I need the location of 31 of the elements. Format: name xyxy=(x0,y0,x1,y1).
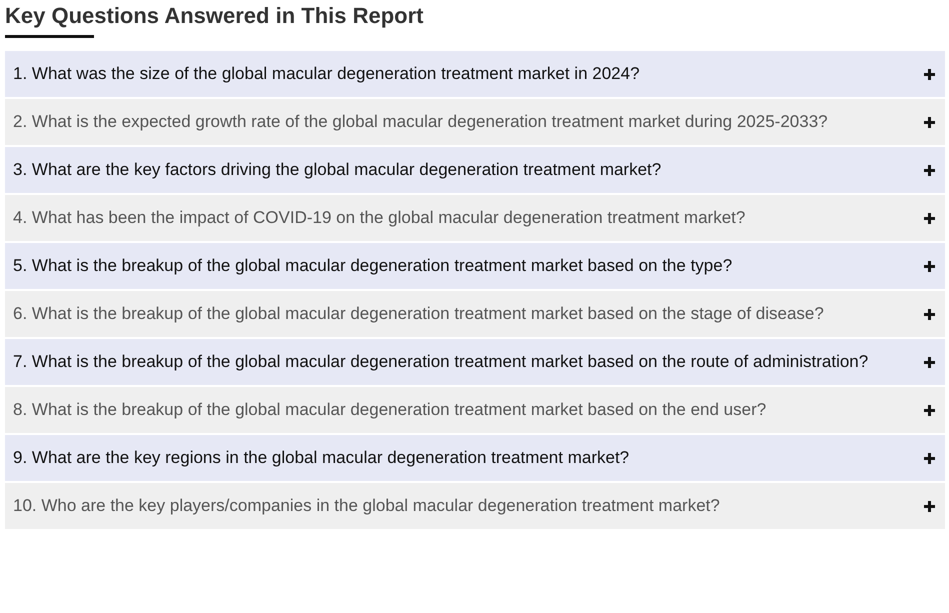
plus-icon xyxy=(924,69,935,80)
plus-icon xyxy=(924,117,935,128)
faq-item[interactable]: 3. What are the key factors driving the global macular degeneration treatment market? xyxy=(5,147,945,193)
faq-item[interactable]: 1. What was the size of the global macular degeneration treatment market in 2024? xyxy=(5,51,945,97)
faq-item[interactable]: 7. What is the breakup of the global macular degeneration treatment market based on the route of administration? xyxy=(5,339,945,385)
question-text: 8. What is the breakup of the global macular degeneration treatment market based on the end user? xyxy=(13,399,766,421)
faq-item[interactable]: 2. What is the expected growth rate of the global macular degeneration treatment market during 2025-2033? xyxy=(5,99,945,145)
plus-icon xyxy=(924,453,935,464)
faq-item[interactable]: 9. What are the key regions in the global macular degeneration treatment market? xyxy=(5,435,945,481)
plus-icon xyxy=(924,405,935,416)
question-text: 4. What has been the impact of COVID-19 on the global macular degeneration treatment market? xyxy=(13,207,746,229)
faq-item[interactable]: 6. What is the breakup of the global macular degeneration treatment market based on the stage of disease? xyxy=(5,291,945,337)
question-text: 9. What are the key regions in the global macular degeneration treatment market? xyxy=(13,447,630,469)
plus-icon xyxy=(924,309,935,320)
question-text: 10. Who are the key players/companies in the global macular degeneration treatment market? xyxy=(13,495,720,517)
faq-item[interactable]: 5. What is the breakup of the global macular degeneration treatment market based on the type? xyxy=(5,243,945,289)
faq-item[interactable]: 4. What has been the impact of COVID-19 on the global macular degeneration treatment market? xyxy=(5,195,945,241)
plus-icon xyxy=(924,165,935,176)
question-text: 6. What is the breakup of the global macular degeneration treatment market based on the stage of disease? xyxy=(13,303,824,325)
plus-icon xyxy=(924,261,935,272)
question-text: 7. What is the breakup of the global macular degeneration treatment market based on the route of administration? xyxy=(13,351,868,373)
question-text: 3. What are the key factors driving the global macular degeneration treatment market? xyxy=(13,159,662,181)
faq-item[interactable]: 8. What is the breakup of the global macular degeneration treatment market based on the end user? xyxy=(5,387,945,433)
plus-icon xyxy=(924,501,935,512)
question-text: 1. What was the size of the global macular degeneration treatment market in 2024? xyxy=(13,63,640,85)
plus-icon xyxy=(924,213,935,224)
plus-icon xyxy=(924,357,935,368)
section-heading: Key Questions Answered in This Report xyxy=(5,2,424,30)
question-text: 5. What is the breakup of the global macular degeneration treatment market based on the type? xyxy=(13,255,732,277)
question-text: 2. What is the expected growth rate of the global macular degeneration treatment market during 2025-2033? xyxy=(13,111,828,133)
faq-item[interactable]: 10. Who are the key players/companies in the global macular degeneration treatment market? xyxy=(5,483,945,529)
